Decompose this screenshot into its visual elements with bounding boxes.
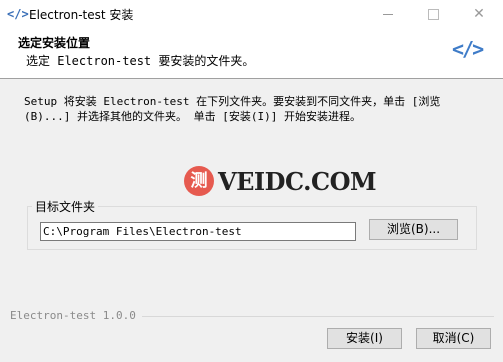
minimize-button[interactable] xyxy=(365,0,411,28)
destination-path-input[interactable]: C:\Program Files\Electron-test xyxy=(40,222,356,241)
install-button[interactable]: 安装(I) xyxy=(327,328,402,349)
maximize-icon xyxy=(427,8,439,20)
window-title: Electron-test 安装 xyxy=(29,8,134,22)
code-logo-icon: </> xyxy=(452,37,484,61)
close-button[interactable]: ✕ xyxy=(456,0,502,28)
maximize-button[interactable] xyxy=(410,0,456,28)
header-panel: 选定安装位置 选定 Electron-test 要安装的文件夹。 </> xyxy=(0,28,503,79)
minimize-icon xyxy=(383,13,393,15)
branding-text: Electron-test 1.0.0 xyxy=(10,309,142,322)
title-bar[interactable]: </> Electron-test 安装 ✕ xyxy=(0,0,503,29)
watermark-badge-icon: 测 xyxy=(184,166,214,196)
page-subtitle: 选定 Electron-test 要安装的文件夹。 xyxy=(26,54,255,68)
app-icon: </> xyxy=(7,7,29,21)
installer-window: </> Electron-test 安装 ✕ 选定安装位置 选定 Electro… xyxy=(0,0,503,362)
close-icon: ✕ xyxy=(473,6,485,22)
watermark-text: VEIDC.COM xyxy=(218,167,377,196)
destination-group-label: 目标文件夹 xyxy=(32,198,99,215)
intro-text: Setup 将安装 Electron-test 在下列文件夹。要安装到不同文件夹… xyxy=(24,95,441,123)
page-title: 选定安装位置 xyxy=(18,36,91,50)
cancel-button[interactable]: 取消(C) xyxy=(416,328,491,349)
browse-button[interactable]: 浏览(B)... xyxy=(369,219,458,240)
